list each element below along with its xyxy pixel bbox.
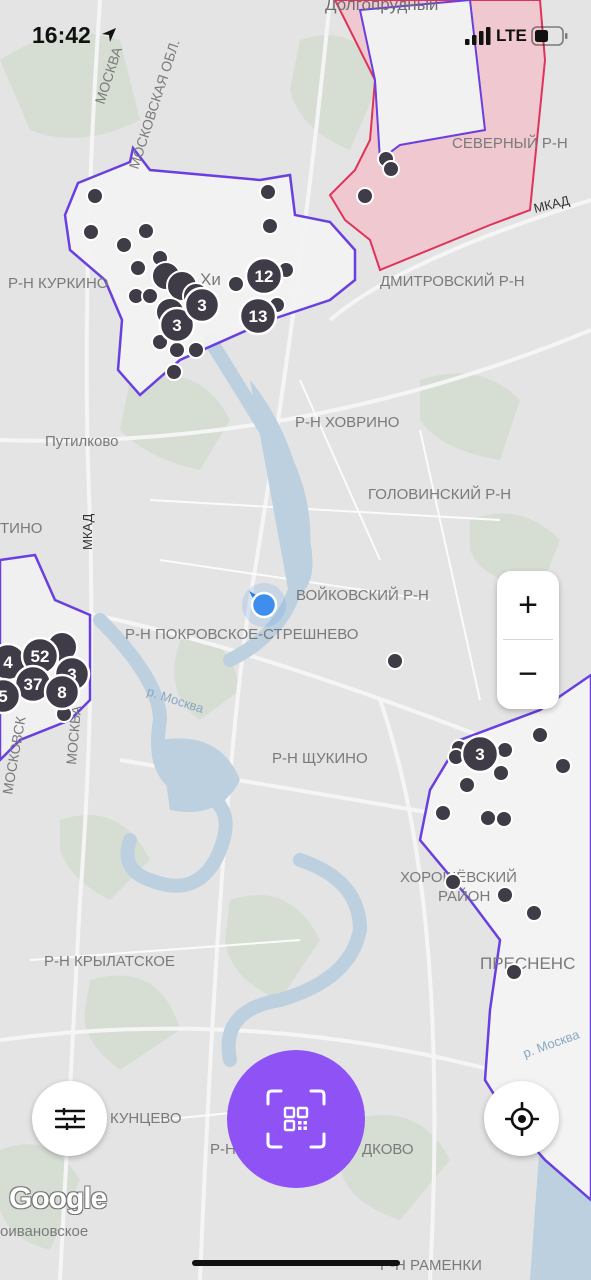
cluster-count: 13 [249, 307, 268, 326]
status-bar: 16:42 LTE [0, 0, 591, 70]
scooter-marker [86, 187, 104, 205]
status-time: 16:42 [32, 22, 91, 48]
label-dmitrovsky: ДМИТРОВСКИЙ Р-Н [380, 272, 525, 290]
scooter-marker [227, 275, 245, 293]
battery-icon [531, 26, 568, 46]
scooter-marker [434, 804, 452, 822]
locate-me-button[interactable] [484, 1081, 559, 1156]
scooter-marker [386, 652, 404, 670]
label-khovrino: Р-Н ХОВРИНО [295, 414, 399, 431]
home-indicator [192, 1260, 400, 1266]
cluster-count: 52 [31, 647, 50, 666]
cluster-count: 3 [475, 745, 484, 764]
label-shchukino: Р-Н ЩУКИНО [272, 750, 368, 767]
network-label: LTE [496, 26, 527, 45]
label-golovinsky: ГОЛОВИНСКИЙ Р-Н [368, 485, 511, 503]
scooter-marker [382, 160, 400, 178]
label-khoroshevsky-2: РАЙОН [438, 887, 490, 905]
label-mkad-left: МКАД [80, 513, 95, 550]
cluster-marker: 12 [244, 256, 284, 296]
scooter-marker [496, 886, 514, 904]
scooter-marker [525, 904, 543, 922]
signal-icon [465, 27, 491, 45]
scooter-marker [261, 217, 279, 235]
cluster-count: 4 [3, 653, 13, 672]
scooter-marker [554, 757, 572, 775]
google-logo: Google [9, 1182, 107, 1215]
scooter-marker [259, 183, 277, 201]
scooter-marker [82, 223, 100, 241]
label-ivanovskoe: оивановское [0, 1223, 88, 1240]
filter-sliders-icon [54, 1107, 85, 1130]
scooter-marker [531, 726, 549, 744]
label-kuntsevo: КУНЦЕВО [110, 1110, 182, 1127]
scooter-marker [187, 341, 205, 359]
scooter-marker [115, 236, 133, 254]
location-arrow-icon [102, 28, 116, 42]
cluster-count: 8 [57, 683, 66, 702]
cluster-count: 5 [0, 687, 8, 706]
scooter-marker [495, 810, 513, 828]
label-severny: СЕВЕРНЫЙ Р-Н [452, 134, 568, 152]
scooter-marker [137, 222, 155, 240]
label-presnensky: ПРЕСНЕНС [480, 954, 575, 973]
cluster-count: 3 [172, 316, 181, 335]
scooter-marker [496, 741, 514, 759]
label-tino: ТИНО [0, 520, 42, 537]
label-putilkovo: Путилково [45, 433, 119, 450]
scan-qr-button[interactable] [227, 1050, 365, 1188]
zoom-control: + − [497, 571, 559, 709]
cluster-count: 3 [197, 296, 206, 315]
scooter-marker [479, 809, 497, 827]
zoom-out-button[interactable]: − [497, 640, 559, 708]
scooter-marker [492, 764, 510, 782]
cluster-marker: 13 [238, 296, 278, 336]
zoom-in-button[interactable]: + [497, 571, 559, 639]
cluster-marker: 8 [43, 673, 81, 711]
user-location-icon [242, 583, 286, 627]
label-krylatskoe: Р-Н КРЫЛАТСКОЕ [44, 953, 175, 970]
scooter-marker [458, 776, 476, 794]
label-dkovo: ДКОВО [362, 1141, 414, 1158]
scooter-marker [505, 963, 523, 981]
crosshair-icon [504, 1101, 539, 1136]
cluster-count: 37 [24, 675, 43, 694]
filter-button[interactable] [32, 1081, 107, 1156]
scooter-marker [444, 873, 462, 891]
label-kurkino: Р-Н КУРКИНО [8, 275, 108, 292]
label-pokrovskoe: Р-Н ПОКРОВСКОЕ-СТРЕШНЕВО [125, 626, 358, 643]
qr-scan-icon [266, 1089, 326, 1149]
cluster-count: 12 [255, 267, 274, 286]
label-voykovsky: ВОЙКОВСКИЙ Р-Н [296, 586, 429, 604]
scooter-marker [165, 363, 183, 381]
scooter-marker [141, 287, 159, 305]
cluster-marker: 3 [183, 286, 221, 324]
scooter-marker [356, 187, 374, 205]
scooter-marker [129, 259, 147, 277]
scooter-marker [168, 341, 186, 359]
cluster-marker: 3 [460, 734, 500, 774]
